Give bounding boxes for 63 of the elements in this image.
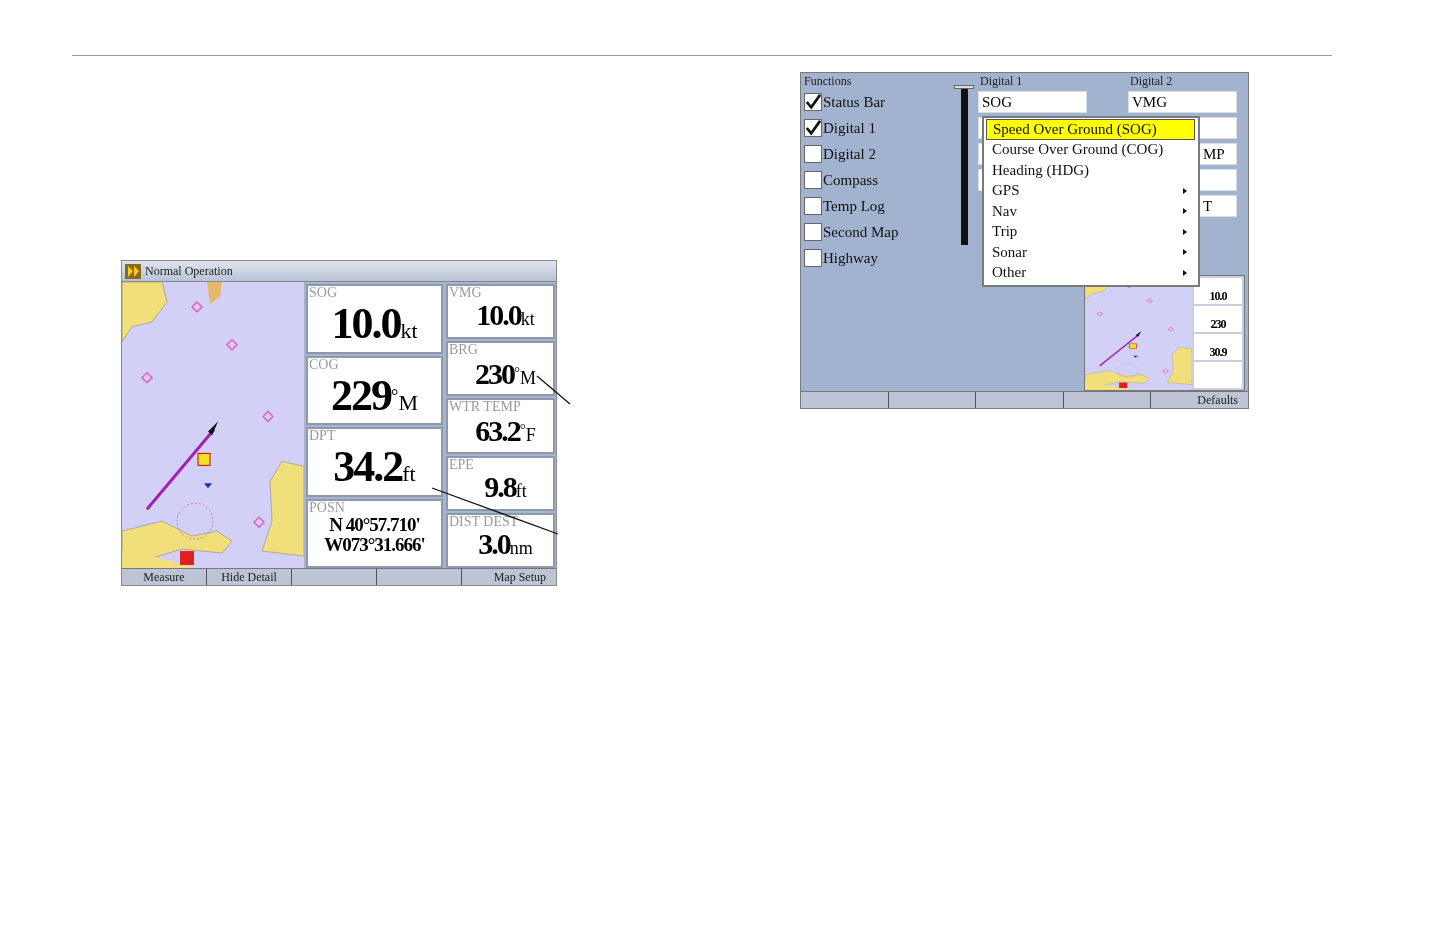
scroll-bar[interactable] bbox=[954, 85, 974, 245]
function-label: Temp Log bbox=[823, 197, 885, 215]
field-value: 230 bbox=[1210, 317, 1226, 332]
field-value: 229$^{°}$M bbox=[331, 373, 418, 422]
field-value: VMG bbox=[1132, 94, 1167, 110]
field-value: 230$^{°}$M bbox=[475, 358, 536, 393]
checkbox[interactable] bbox=[804, 119, 822, 137]
field-value: 30.9 bbox=[1209, 345, 1227, 360]
menu-item[interactable]: Speed Over Ground (SOG) bbox=[986, 119, 1195, 140]
field-value: 34.2ft bbox=[333, 445, 416, 493]
field-label: WTR TEMP bbox=[448, 400, 521, 414]
softkey[interactable]: Defaults bbox=[1151, 392, 1248, 408]
field-label: BRG bbox=[448, 343, 478, 357]
leader-line bbox=[536, 375, 571, 405]
checkbox[interactable] bbox=[804, 249, 822, 267]
field-value: T bbox=[1203, 198, 1213, 214]
data-field bbox=[1194, 362, 1242, 388]
menu-item[interactable]: Trip bbox=[986, 221, 1195, 242]
softkey[interactable] bbox=[888, 392, 977, 408]
field-value: 3.0nm bbox=[478, 529, 533, 562]
softkey[interactable]: Measure bbox=[122, 569, 207, 585]
menu-item[interactable]: Heading (HDG) bbox=[986, 160, 1195, 181]
checkbox[interactable] bbox=[804, 197, 822, 215]
column-header: Functions bbox=[803, 73, 853, 90]
checkbox[interactable] bbox=[804, 171, 822, 189]
checkbox[interactable] bbox=[804, 145, 822, 163]
menu-item[interactable]: Sonar bbox=[986, 242, 1195, 263]
field-label: VMG bbox=[448, 286, 482, 299]
window-title: Normal Operation bbox=[145, 263, 233, 279]
field-value: MP bbox=[1203, 146, 1225, 162]
field-value: 63.2$^{°}$F bbox=[475, 415, 536, 450]
field-label: COG bbox=[308, 357, 339, 372]
softkey[interactable]: Hide Detail bbox=[207, 569, 292, 585]
field-label: DIST DEST bbox=[448, 514, 519, 528]
field-label: POSN bbox=[308, 500, 345, 515]
softkey[interactable]: Map Setup bbox=[462, 569, 556, 585]
softkey[interactable] bbox=[1063, 392, 1152, 408]
field-box[interactable]: SOG bbox=[978, 91, 1087, 113]
position-reading: N 40°57.710' bbox=[329, 514, 420, 535]
menu-item[interactable]: Other bbox=[986, 262, 1195, 283]
column-header: Digital 2 bbox=[1129, 73, 1174, 90]
field-label: SOG bbox=[308, 286, 337, 300]
field-label: DPT bbox=[308, 429, 336, 443]
field-label: EPE bbox=[448, 457, 474, 471]
field-value: 9.8ft bbox=[484, 472, 527, 505]
function-label: Digital 1 bbox=[823, 119, 876, 137]
field-value: 10.0 bbox=[1209, 289, 1227, 304]
field-box[interactable]: VMG bbox=[1128, 91, 1237, 113]
position-reading: W073°31.666' bbox=[324, 534, 425, 555]
field-value: 10.0kt bbox=[331, 302, 418, 350]
function-label: Compass bbox=[823, 171, 878, 189]
menu-item[interactable]: Nav bbox=[986, 201, 1195, 222]
function-label: Highway bbox=[823, 249, 878, 267]
function-label: Status Bar bbox=[823, 93, 886, 111]
checkbox[interactable] bbox=[804, 93, 822, 111]
function-label: Second Map bbox=[823, 223, 899, 241]
column-header: Digital 1 bbox=[979, 73, 1024, 90]
checkbox[interactable] bbox=[804, 223, 822, 241]
menu-item[interactable]: Course Over Ground (COG) bbox=[986, 139, 1195, 160]
field-value: 10.0kt bbox=[476, 301, 535, 333]
function-label: Digital 2 bbox=[823, 145, 876, 163]
menu-item[interactable]: GPS bbox=[986, 180, 1195, 201]
field-value: SOG bbox=[982, 94, 1012, 110]
